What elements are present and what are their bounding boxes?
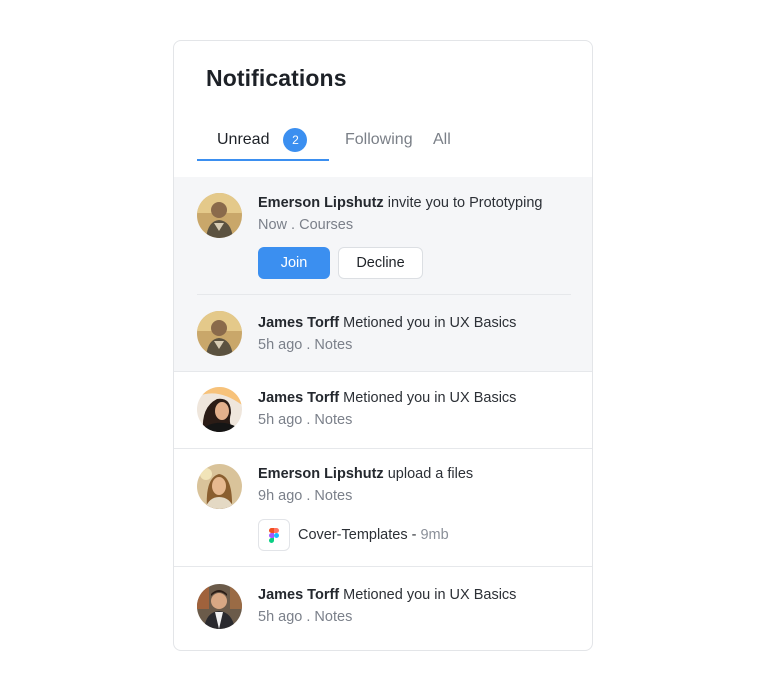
notification-meta: 5h ago . Notes xyxy=(258,609,353,625)
notifications-panel: Notifications Unread 2 Following All Eme… xyxy=(173,40,593,651)
notification-author: James Torff xyxy=(258,315,340,331)
notification-text: Metioned you in UX Basics xyxy=(339,587,517,603)
avatar xyxy=(197,464,242,509)
notification-text: upload a files xyxy=(383,466,474,482)
avatar xyxy=(197,311,242,356)
attached-file[interactable]: Cover-Templates - 9mb xyxy=(298,527,449,543)
panel-title: Notifications xyxy=(206,65,347,91)
unread-count-badge: 2 xyxy=(283,128,308,152)
notification-text: invite you to Prototyping xyxy=(383,195,543,211)
notification-item[interactable]: James Torff Metioned you in UX Basics 5h… xyxy=(174,295,592,371)
notification-meta: Now . Courses xyxy=(258,217,354,233)
decline-button[interactable]: Decline xyxy=(338,247,423,279)
figma-icon xyxy=(258,519,290,551)
file-size: 9mb xyxy=(420,527,449,543)
notification-item[interactable]: Emerson Lipshutz invite you to Prototypi… xyxy=(174,177,592,295)
tab-all[interactable]: All xyxy=(433,121,451,159)
avatar xyxy=(197,584,242,629)
file-name: Cover-Templates xyxy=(298,527,408,543)
notification-item[interactable]: Emerson Lipshutz upload a files 9h ago .… xyxy=(174,448,592,566)
notification-meta: 9h ago . Notes xyxy=(258,488,353,504)
avatar xyxy=(197,387,242,432)
avatar xyxy=(197,193,242,238)
notification-item[interactable]: James Torff Metioned you in UX Basics 5h… xyxy=(174,566,592,650)
notification-author: Emerson Lipshutz xyxy=(258,195,384,211)
tab-bar: Unread 2 Following All xyxy=(197,121,577,161)
notification-meta: 5h ago . Notes xyxy=(258,337,353,353)
notification-text: Metioned you in UX Basics xyxy=(339,390,517,406)
tab-unread[interactable]: Unread 2 xyxy=(197,121,329,159)
join-button[interactable]: Join xyxy=(258,247,330,279)
notification-text: Metioned you in UX Basics xyxy=(339,315,517,331)
notification-author: Emerson Lipshutz xyxy=(258,466,384,482)
notification-meta: 5h ago . Notes xyxy=(258,412,353,428)
notification-item[interactable]: James Torff Metioned you in UX Basics 5h… xyxy=(174,371,592,448)
notification-author: James Torff xyxy=(258,587,340,603)
tab-unread-label: Unread xyxy=(217,131,270,148)
tab-following[interactable]: Following xyxy=(345,121,413,159)
notification-author: James Torff xyxy=(258,390,340,406)
active-tab-indicator xyxy=(197,159,329,161)
